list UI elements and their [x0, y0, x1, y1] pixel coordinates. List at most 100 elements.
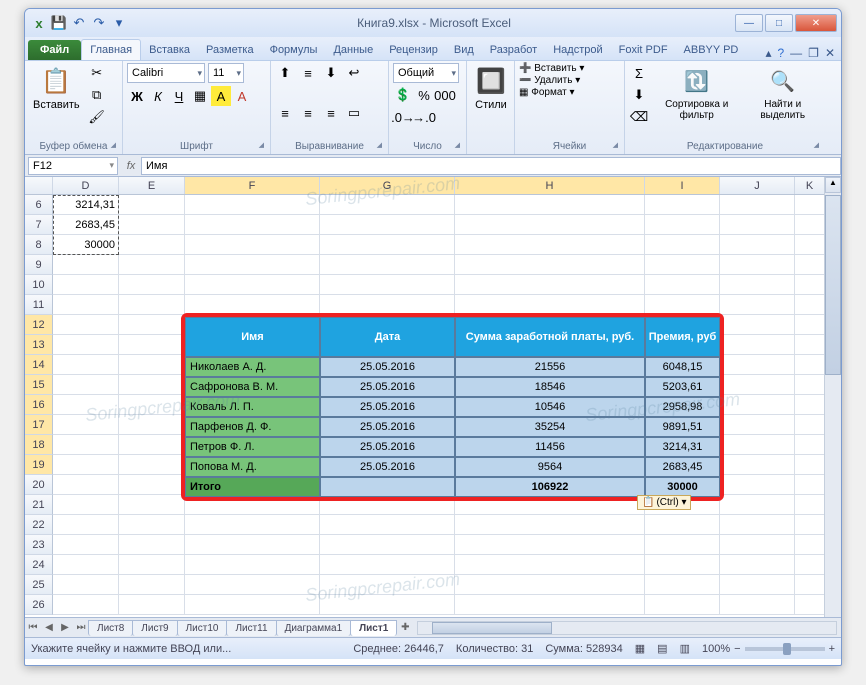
align-mid-icon[interactable]: ≡ — [298, 63, 318, 83]
zoom-in-icon[interactable]: + — [829, 643, 835, 655]
cell[interactable] — [119, 435, 185, 455]
cell[interactable] — [645, 595, 720, 615]
row-19[interactable]: 19 — [25, 455, 53, 475]
cell[interactable] — [119, 595, 185, 615]
table-cell[interactable]: 2958,98 — [645, 397, 720, 417]
row-11[interactable]: 11 — [25, 295, 53, 315]
cell[interactable] — [53, 315, 119, 335]
cell[interactable] — [795, 515, 825, 535]
row-20[interactable]: 20 — [25, 475, 53, 495]
table-cell[interactable]: 25.05.2016 — [320, 377, 455, 397]
cell[interactable] — [645, 195, 720, 215]
col-D[interactable]: D — [53, 177, 119, 194]
table-cell[interactable]: Коваль Л. П. — [185, 397, 320, 417]
underline-button[interactable]: Ч — [169, 86, 189, 106]
zoom-slider[interactable] — [745, 647, 825, 651]
cell[interactable] — [185, 275, 320, 295]
hscroll-thumb[interactable] — [432, 622, 552, 634]
row-8[interactable]: 8 — [25, 235, 53, 255]
view-layout-icon[interactable]: ▤ — [657, 642, 667, 655]
cell[interactable] — [119, 335, 185, 355]
row-25[interactable]: 25 — [25, 575, 53, 595]
cell[interactable] — [720, 315, 795, 335]
autosum-icon[interactable]: Σ — [629, 63, 649, 83]
cell[interactable] — [455, 275, 645, 295]
cell[interactable] — [320, 295, 455, 315]
cell[interactable] — [320, 215, 455, 235]
cell[interactable] — [795, 215, 825, 235]
tab-home[interactable]: Главная — [81, 39, 141, 60]
cell[interactable] — [185, 255, 320, 275]
cell[interactable] — [455, 255, 645, 275]
cell[interactable] — [645, 575, 720, 595]
qat-dropdown-icon[interactable]: ▾ — [111, 15, 127, 31]
cell[interactable] — [720, 555, 795, 575]
cell[interactable] — [795, 375, 825, 395]
cell[interactable] — [720, 575, 795, 595]
undo-icon[interactable]: ↶ — [71, 15, 87, 31]
cell[interactable] — [720, 595, 795, 615]
cell[interactable] — [795, 455, 825, 475]
align-center-icon[interactable]: ≡ — [298, 103, 318, 123]
row-9[interactable]: 9 — [25, 255, 53, 275]
cell[interactable] — [119, 295, 185, 315]
cell[interactable] — [645, 295, 720, 315]
cell[interactable] — [720, 415, 795, 435]
tab-data[interactable]: Данные — [325, 40, 381, 60]
cell[interactable] — [185, 515, 320, 535]
styles-button[interactable]: 🔲 Стили — [471, 63, 511, 113]
table-cell[interactable]: 9891,51 — [645, 417, 720, 437]
view-normal-icon[interactable]: ▦ — [635, 642, 645, 655]
help-icon[interactable]: ? — [777, 46, 784, 60]
cell[interactable] — [119, 375, 185, 395]
cell[interactable] — [53, 535, 119, 555]
table-cell[interactable]: 3214,31 — [645, 437, 720, 457]
cell[interactable] — [53, 275, 119, 295]
cell[interactable] — [795, 295, 825, 315]
col-G[interactable]: G — [320, 177, 455, 194]
cell[interactable] — [320, 275, 455, 295]
row-14[interactable]: 14 — [25, 355, 53, 375]
cell[interactable] — [720, 475, 795, 495]
cell[interactable] — [320, 575, 455, 595]
tab-insert[interactable]: Вставка — [141, 40, 198, 60]
cell[interactable] — [795, 495, 825, 515]
cell[interactable] — [720, 455, 795, 475]
cell[interactable] — [119, 395, 185, 415]
cell[interactable] — [119, 415, 185, 435]
workbook-min-icon[interactable]: — — [790, 46, 802, 60]
cell[interactable] — [455, 215, 645, 235]
fx-button[interactable]: fx — [121, 160, 141, 172]
wrap-text-icon[interactable]: ↩ — [344, 63, 364, 83]
minimize-button[interactable]: — — [735, 14, 763, 32]
table-cell[interactable]: 25.05.2016 — [320, 437, 455, 457]
table-cell[interactable]: 21556 — [455, 357, 645, 377]
cell[interactable] — [185, 295, 320, 315]
cell[interactable] — [119, 255, 185, 275]
cell[interactable] — [645, 275, 720, 295]
tab-abbyy[interactable]: ABBYY PD — [676, 40, 747, 60]
tab-addins[interactable]: Надстрой — [545, 40, 610, 60]
cell[interactable] — [53, 495, 119, 515]
table-cell[interactable]: Николаев А. Д. — [185, 357, 320, 377]
cell[interactable] — [795, 275, 825, 295]
row-10[interactable]: 10 — [25, 275, 53, 295]
sheet-tab[interactable]: Лист10 — [177, 620, 228, 636]
cell[interactable] — [455, 235, 645, 255]
minimize-ribbon-icon[interactable]: ▴ — [765, 46, 771, 60]
cell[interactable] — [720, 255, 795, 275]
table-cell[interactable]: Попова М. Д. — [185, 457, 320, 477]
cell[interactable] — [320, 255, 455, 275]
zoom-out-icon[interactable]: − — [734, 643, 740, 655]
sheet-tab-active[interactable]: Лист1 — [350, 620, 397, 636]
cell[interactable] — [795, 595, 825, 615]
cell[interactable] — [795, 535, 825, 555]
align-right-icon[interactable]: ≡ — [321, 103, 341, 123]
tab-layout[interactable]: Разметка — [198, 40, 262, 60]
cell[interactable] — [795, 435, 825, 455]
border-button[interactable]: ▦ — [190, 86, 210, 106]
cell[interactable] — [720, 335, 795, 355]
zoom-level[interactable]: 100% — [702, 643, 730, 655]
row-18[interactable]: 18 — [25, 435, 53, 455]
sheet-tab[interactable]: Лист9 — [132, 620, 177, 636]
